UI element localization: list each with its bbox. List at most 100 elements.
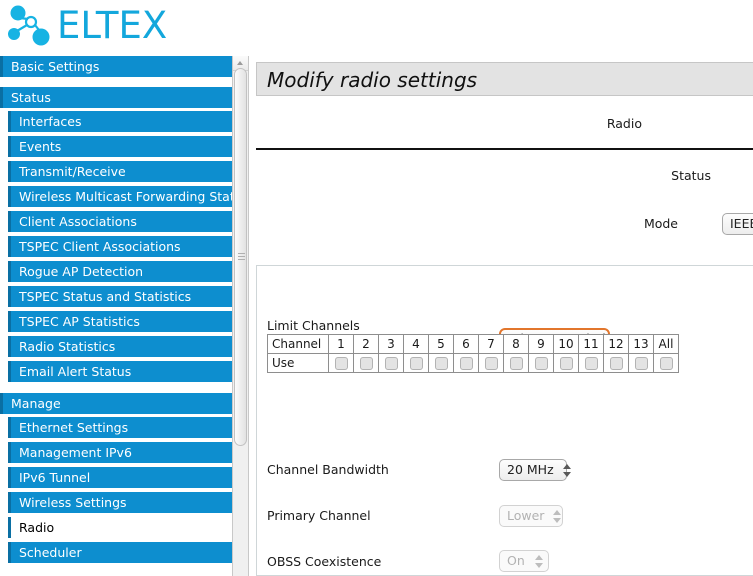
- scrollbar-grip-icon: [238, 253, 245, 261]
- table-row: Use: [267, 353, 679, 373]
- application-window: ELTEX Basic Settings Status Interfaces Even…: [0, 0, 753, 576]
- channel-column-header: 8: [503, 334, 529, 354]
- sidebar-item-scheduler[interactable]: Scheduler: [8, 542, 232, 563]
- sidebar-item-radio[interactable]: Radio: [8, 517, 232, 538]
- obss-coexistence-select-wrap: On: [499, 550, 549, 572]
- sidebar-item-basic-settings[interactable]: Basic Settings: [0, 56, 232, 77]
- limit-channels-table: Channel 1 2 3 4 5 6 7 8 9 10 11 12 13 All Use: [267, 334, 679, 373]
- channel-use-cell: [403, 353, 429, 373]
- sidebar-item-transmit-receive[interactable]: Transmit/Receive: [8, 161, 232, 182]
- sidebar-item-label: Events: [19, 139, 62, 154]
- sidebar-item-tspec-ap-statistics[interactable]: TSPEC AP Statistics: [8, 311, 232, 332]
- limit-channels-header-label: Channel: [267, 334, 329, 354]
- primary-channel-select[interactable]: Lower: [499, 505, 563, 527]
- channel-use-checkbox-7[interactable]: [484, 357, 498, 370]
- channel-use-checkbox-10[interactable]: [559, 357, 573, 370]
- sidebar-item-interfaces[interactable]: Interfaces: [8, 111, 232, 132]
- channel-use-cell: [328, 353, 354, 373]
- sidebar-item-rogue-ap-detection[interactable]: Rogue AP Detection: [8, 261, 232, 282]
- page-title-bar: Modify radio settings: [256, 62, 753, 96]
- channel-use-cell: [553, 353, 579, 373]
- channel-column-header: 9: [528, 334, 554, 354]
- sidebar-item-tspec-status-and-statistics[interactable]: TSPEC Status and Statistics: [8, 286, 232, 307]
- table-row: Channel 1 2 3 4 5 6 7 8 9 10 11 12 13 All: [267, 334, 679, 354]
- sidebar-navigation: Basic Settings Status Interfaces Events Tran…: [0, 56, 232, 576]
- channel-use-checkbox-1[interactable]: [334, 357, 348, 370]
- channel-column-header: 3: [378, 334, 404, 354]
- channel-bandwidth-value: 20 MHz: [507, 462, 554, 477]
- eltex-molecule-icon: [8, 5, 50, 46]
- channel-use-checkbox-12[interactable]: [609, 357, 623, 370]
- primary-channel-label: Primary Channel: [267, 508, 371, 523]
- sidebar-scrollbar[interactable]: [232, 56, 249, 576]
- sidebar-item-tspec-client-associations[interactable]: TSPEC Client Associations: [8, 236, 232, 257]
- channel-use-checkbox-3[interactable]: [384, 357, 398, 370]
- scrollbar-thumb[interactable]: [234, 68, 247, 446]
- sidebar-item-list: Basic Settings Status Interfaces Events Tran…: [0, 56, 232, 563]
- page-title: Modify radio settings: [267, 68, 478, 92]
- sidebar-item-manage[interactable]: Manage: [0, 393, 232, 414]
- sidebar-item-label: Wireless Multicast Forwarding Statistics: [19, 189, 232, 204]
- channel-bandwidth-select[interactable]: 20 MHz: [499, 459, 571, 481]
- mode-label: Mode: [643, 216, 678, 231]
- sidebar-item-client-associations[interactable]: Client Associations: [8, 211, 232, 232]
- sidebar-item-wireless-settings[interactable]: Wireless Settings: [8, 492, 232, 513]
- channel-use-cell: [453, 353, 479, 373]
- mode-value: IEEE 802.11b/g/n: [730, 216, 753, 231]
- channel-use-cell: [628, 353, 654, 373]
- sidebar-item-email-alert-status[interactable]: Email Alert Status: [8, 361, 232, 382]
- channel-use-checkbox-all[interactable]: [659, 357, 673, 370]
- obss-coexistence-row: OBSS Coexistence: [267, 554, 381, 569]
- primary-channel-select-wrap: Lower: [499, 505, 563, 527]
- channel-use-checkbox-6[interactable]: [459, 357, 473, 370]
- channel-use-checkbox-11[interactable]: [584, 357, 598, 370]
- channel-use-cell: [478, 353, 504, 373]
- channel-use-cell: [528, 353, 554, 373]
- channel-use-cell: [428, 353, 454, 373]
- channel-use-checkbox-13[interactable]: [634, 357, 648, 370]
- channel-settings-panel: [256, 265, 753, 576]
- main-content: Modify radio settings Radio 1 Status On …: [250, 56, 753, 576]
- channel-column-header: 4: [403, 334, 429, 354]
- radio-label: Radio: [606, 116, 642, 131]
- channel-use-checkbox-2[interactable]: [359, 357, 373, 370]
- obss-coexistence-select[interactable]: On: [499, 550, 549, 572]
- channel-column-header: 7: [478, 334, 504, 354]
- status-field-row: Status: [256, 168, 711, 183]
- sidebar-item-label: Scheduler: [19, 545, 82, 560]
- channel-use-checkbox-9[interactable]: [534, 357, 548, 370]
- sidebar-group-spacer: [0, 386, 232, 393]
- mode-select[interactable]: IEEE 802.11b/g/n: [722, 213, 753, 235]
- brand-logo[interactable]: ELTEX: [8, 4, 167, 48]
- primary-channel-value: Lower: [507, 508, 545, 523]
- channel-use-checkbox-8[interactable]: [509, 357, 523, 370]
- sidebar-item-label: TSPEC Status and Statistics: [19, 289, 192, 304]
- channel-bandwidth-row: Channel Bandwidth: [267, 462, 389, 477]
- sidebar-item-status[interactable]: Status: [0, 87, 232, 108]
- sidebar-item-ethernet-settings[interactable]: Ethernet Settings: [8, 417, 232, 438]
- sidebar-item-label: Manage: [11, 396, 61, 411]
- obss-coexistence-label: OBSS Coexistence: [267, 554, 382, 569]
- sidebar-item-wireless-multicast-forwarding-statistics[interactable]: Wireless Multicast Forwarding Statistics: [8, 186, 232, 207]
- channel-use-checkbox-5[interactable]: [434, 357, 448, 370]
- sidebar-item-events[interactable]: Events: [8, 136, 232, 157]
- stepper-arrows-icon[interactable]: [561, 462, 571, 478]
- sidebar-item-label: TSPEC Client Associations: [19, 239, 181, 254]
- sidebar-item-label: Wireless Settings: [19, 495, 127, 510]
- sidebar-item-label: Status: [11, 90, 51, 105]
- channel-column-header: 10: [553, 334, 579, 354]
- primary-channel-row: Primary Channel: [267, 508, 371, 523]
- channel-use-checkbox-4[interactable]: [409, 357, 423, 370]
- sidebar-item-label: Transmit/Receive: [19, 164, 126, 179]
- stepper-arrows-icon[interactable]: [533, 553, 544, 569]
- sidebar-item-ipv6-tunnel[interactable]: IPv6 Tunnel: [8, 467, 232, 488]
- radio-field-row: Radio: [256, 116, 642, 131]
- sidebar-item-radio-statistics[interactable]: Radio Statistics: [8, 336, 232, 357]
- channel-column-header: 13: [628, 334, 654, 354]
- stepper-arrows-icon[interactable]: [551, 508, 562, 524]
- sidebar-item-label: IPv6 Tunnel: [19, 470, 91, 485]
- channel-use-cell: [353, 353, 379, 373]
- sidebar-item-management-ipv6[interactable]: Management IPv6: [8, 442, 232, 463]
- sidebar-item-label: Radio: [19, 520, 55, 535]
- sidebar-item-label: Email Alert Status: [19, 364, 132, 379]
